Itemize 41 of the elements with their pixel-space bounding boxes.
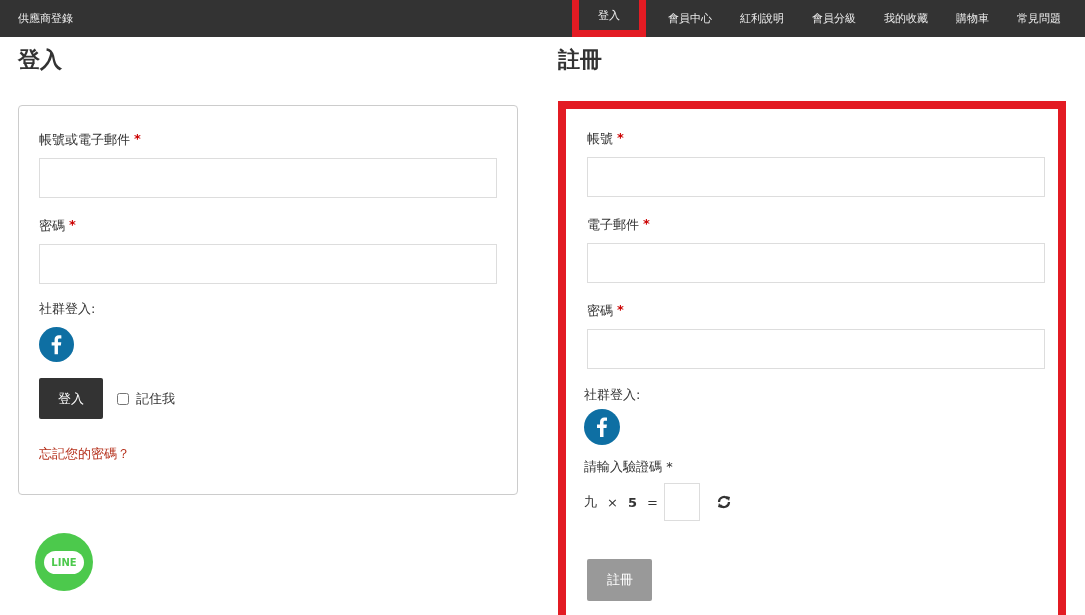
remember-checkbox[interactable] [117, 392, 129, 405]
facebook-icon[interactable] [39, 327, 74, 362]
login-heading: 登入 [18, 46, 63, 74]
input-field[interactable] [587, 329, 1045, 369]
required-mark: * [134, 131, 141, 148]
facebook-icon[interactable] [584, 409, 620, 445]
nav-link[interactable]: 紅利說明 [726, 0, 798, 37]
required-mark: * [69, 217, 76, 234]
remember-label: 記住我 [136, 389, 175, 408]
forgot-password-link[interactable]: 忘記您的密碼？ [39, 446, 130, 461]
nav-link[interactable]: 會員中心 [654, 0, 726, 37]
nav-link[interactable]: 購物車 [942, 0, 1003, 37]
login-button[interactable]: 登入 [39, 378, 103, 419]
required-mark: * [643, 216, 650, 233]
input-field[interactable] [39, 158, 497, 198]
captcha-operand: 5 [627, 494, 637, 510]
field-label: 帳號或電子郵件 [39, 131, 130, 149]
refresh-icon[interactable] [715, 495, 732, 509]
line-logo-text: LINE [44, 550, 84, 574]
nav-link[interactable]: 我的收藏 [870, 0, 942, 37]
captcha-label: 請輸入驗證碼 * [584, 458, 674, 476]
field-label: 帳號 [587, 130, 613, 148]
input-field[interactable] [587, 157, 1045, 197]
nav-link[interactable]: 登入 [572, 0, 646, 37]
nav-link[interactable]: 會員分級 [798, 0, 870, 37]
register-heading: 註冊 [558, 46, 603, 74]
input-field[interactable] [587, 243, 1045, 283]
site-brand[interactable]: 供應商登錄 [18, 11, 572, 26]
input-field[interactable] [39, 244, 497, 284]
captcha-equals: = [646, 494, 658, 510]
social-login-label: 社群登入: [584, 386, 641, 404]
social-login-label: 社群登入: [39, 300, 96, 318]
captcha-input[interactable] [663, 483, 700, 521]
field-label: 密碼 [587, 302, 613, 320]
field-label: 密碼 [39, 217, 65, 235]
required-mark: * [617, 302, 624, 319]
field-label: 電子郵件 [587, 216, 639, 234]
nav-link[interactable]: 常見問題 [1003, 0, 1075, 37]
captcha-operator: × [607, 494, 618, 510]
captcha-operand: 九 [584, 493, 597, 511]
required-mark: * [617, 130, 624, 147]
